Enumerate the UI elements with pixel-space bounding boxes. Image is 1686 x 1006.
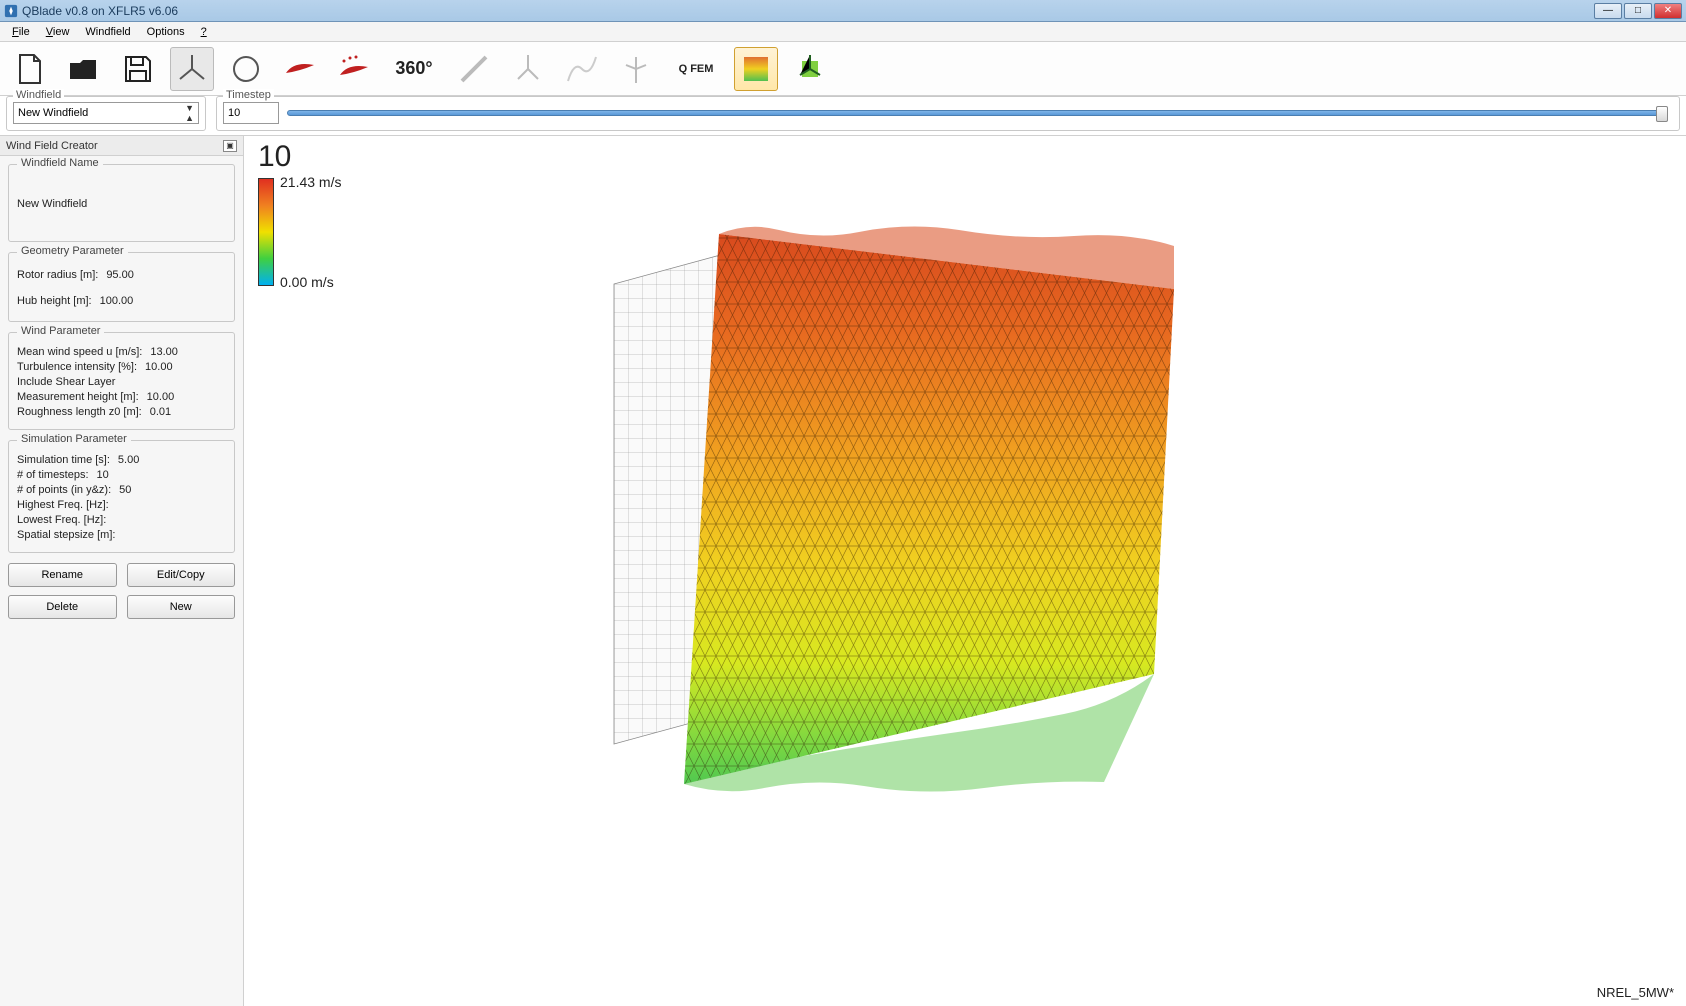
new-file-button[interactable]: [8, 47, 52, 91]
toolbar: 360° Q FEM: [0, 42, 1686, 96]
windfield-name-value: New Windfield: [17, 198, 87, 210]
combo-arrow-icon: ▼▲: [185, 103, 194, 123]
control-bar: Windfield New Windfield ▼▲ Timestep: [0, 96, 1686, 136]
airfoil-points-button[interactable]: [332, 47, 376, 91]
windfield-view-button[interactable]: [734, 47, 778, 91]
rotor-tool-button[interactable]: [506, 47, 550, 91]
timestep-input[interactable]: [223, 102, 279, 124]
geometry-group: Geometry Parameter Rotor radius [m]:95.0…: [8, 252, 235, 322]
colorbar-min-label: 0.00 m/s: [280, 274, 334, 290]
new-button[interactable]: New: [127, 595, 236, 619]
curves-tool-button[interactable]: [560, 47, 604, 91]
lfreq-label: Lowest Freq. [Hz]:: [17, 514, 106, 526]
turbine-sim-button[interactable]: [788, 47, 832, 91]
window-title: QBlade v0.8 on XFLR5 v6.06: [22, 4, 1594, 18]
blade-tool-button[interactable]: [452, 47, 496, 91]
spatial-label: Spatial stepsize [m]:: [17, 529, 115, 541]
wind-param-group: Wind Parameter Mean wind speed u [m/s]:1…: [8, 332, 235, 430]
menubar: File View Windfield Options ?: [0, 22, 1686, 42]
windfield-group-label: Windfield: [13, 89, 64, 101]
rough-value: 0.01: [150, 406, 171, 418]
panel-header: Wind Field Creator ▣: [0, 136, 243, 156]
hub-height-label: Hub height [m]:: [17, 295, 92, 307]
rename-button[interactable]: Rename: [8, 563, 117, 587]
airfoil-red-button[interactable]: [278, 47, 322, 91]
n-pts-value: 50: [119, 484, 131, 496]
editcopy-button[interactable]: Edit/Copy: [127, 563, 236, 587]
windfield-combo[interactable]: New Windfield ▼▲: [13, 102, 199, 124]
dock-toggle-icon[interactable]: ▣: [223, 140, 237, 152]
windfield-surface: [584, 194, 1234, 814]
project-name-label: NREL_5MW*: [1597, 985, 1674, 1000]
n-ts-value: 10: [97, 469, 109, 481]
menu-view[interactable]: View: [38, 24, 78, 40]
shear-label: Include Shear Layer: [17, 376, 115, 388]
close-button[interactable]: ✕: [1654, 3, 1682, 19]
timestep-slider-thumb[interactable]: [1656, 106, 1668, 122]
sidebar: Wind Field Creator ▣ Windfield Name New …: [0, 136, 244, 1006]
turbine-tool-button[interactable]: [614, 47, 658, 91]
circle-tool-button[interactable]: [224, 47, 268, 91]
app-icon: [4, 4, 18, 18]
timestep-group: Timestep: [216, 96, 1680, 131]
viewport-3d[interactable]: 10 21.43 m/s 0.00 m/s NREL_5MW*: [244, 136, 1686, 1006]
rough-label: Roughness length z0 [m]:: [17, 406, 142, 418]
axes-view-button[interactable]: [170, 47, 214, 91]
hub-height-value: 100.00: [100, 295, 134, 307]
meas-h-label: Measurement height [m]:: [17, 391, 139, 403]
polar-360-button[interactable]: 360°: [386, 47, 442, 91]
n-pts-label: # of points (in y&z):: [17, 484, 111, 496]
rotor-radius-label: Rotor radius [m]:: [17, 269, 98, 281]
windfield-combo-value: New Windfield: [18, 107, 88, 119]
turb-label: Turbulence intensity [%]:: [17, 361, 137, 373]
windfield-selector-group: Windfield New Windfield ▼▲: [6, 96, 206, 131]
menu-options[interactable]: Options: [139, 24, 193, 40]
rotor-radius-value: 95.00: [106, 269, 134, 281]
sim-param-group: Simulation Parameter Simulation time [s]…: [8, 440, 235, 553]
menu-help[interactable]: ?: [193, 24, 215, 40]
open-file-button[interactable]: [62, 47, 106, 91]
timestep-slider[interactable]: [287, 110, 1663, 116]
mean-ws-label: Mean wind speed u [m/s]:: [17, 346, 142, 358]
hfreq-label: Highest Freq. [Hz]:: [17, 499, 109, 511]
titlebar: QBlade v0.8 on XFLR5 v6.06 — □ ✕: [0, 0, 1686, 22]
colorbar-max-label: 21.43 m/s: [280, 174, 341, 190]
n-ts-label: # of timesteps:: [17, 469, 89, 481]
windfield-name-group: Windfield Name New Windfield: [8, 164, 235, 242]
save-button[interactable]: [116, 47, 160, 91]
meas-h-value: 10.00: [147, 391, 175, 403]
timestep-display: 10: [258, 140, 291, 174]
turb-value: 10.00: [145, 361, 173, 373]
panel-title: Wind Field Creator: [6, 140, 98, 152]
minimize-button[interactable]: —: [1594, 3, 1622, 19]
delete-button[interactable]: Delete: [8, 595, 117, 619]
geometry-legend: Geometry Parameter: [17, 245, 128, 257]
windfield-name-legend: Windfield Name: [17, 157, 103, 169]
maximize-button[interactable]: □: [1624, 3, 1652, 19]
colorbar: [258, 178, 274, 286]
qfem-button[interactable]: Q FEM: [668, 47, 724, 91]
menu-file[interactable]: File: [4, 24, 38, 40]
wind-param-legend: Wind Parameter: [17, 325, 104, 337]
sim-param-legend: Simulation Parameter: [17, 433, 131, 445]
sim-time-value: 5.00: [118, 454, 139, 466]
timestep-group-label: Timestep: [223, 89, 274, 101]
sim-time-label: Simulation time [s]:: [17, 454, 110, 466]
mean-ws-value: 13.00: [150, 346, 178, 358]
menu-windfield[interactable]: Windfield: [77, 24, 138, 40]
